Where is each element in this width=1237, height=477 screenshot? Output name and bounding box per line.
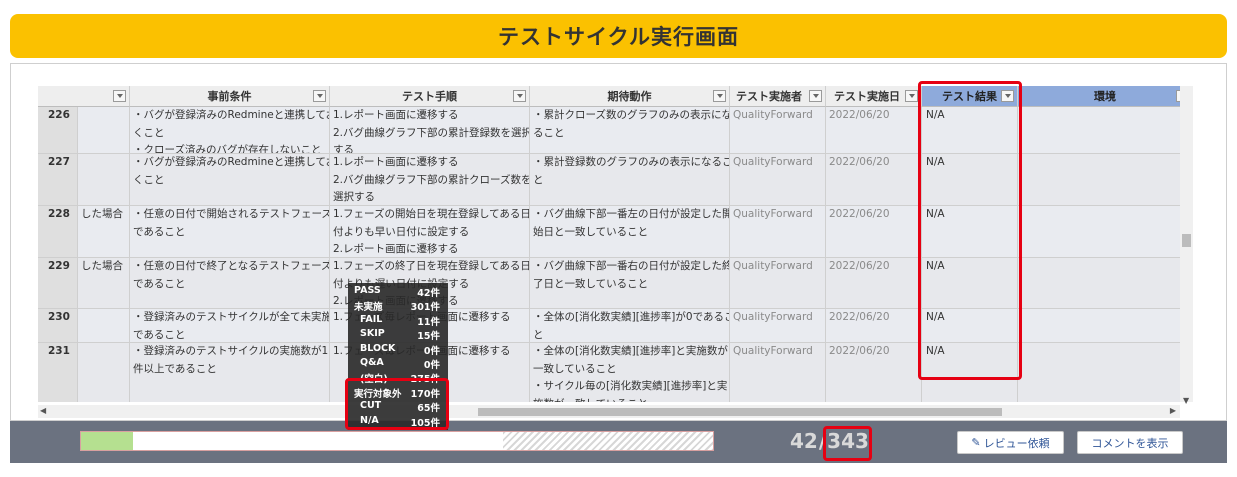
- cell-tester[interactable]: QualityForward: [730, 309, 826, 342]
- cell-date[interactable]: 2022/06/20: [826, 154, 922, 205]
- cell-expected[interactable]: ・バグ曲線下部一番左の日付が設定した開 始日と一致していること: [530, 206, 730, 257]
- cell-expected[interactable]: ・累計クローズ数のグラフのみの表示にな ること: [530, 107, 730, 153]
- done-count: 42: [790, 429, 818, 453]
- progress-excluded-segment: [502, 432, 713, 450]
- result-column-highlight: [918, 81, 1022, 380]
- vertical-scroll-thumb[interactable]: [1182, 234, 1191, 247]
- tooltip-line: Q&A 0件: [360, 357, 440, 371]
- excluded-highlight: [345, 378, 449, 430]
- cell-pre[interactable]: ・バグが登録済みのRedmineと連携してお くこと ・クローズ済みのバグが存在…: [130, 107, 330, 153]
- review-request-button[interactable]: ✎ レビュー依頼: [957, 431, 1064, 454]
- col-header-precondition[interactable]: 事前条件: [130, 86, 330, 107]
- tooltip-value: 0件: [423, 345, 440, 357]
- horizontal-scrollbar[interactable]: ◀ ▶: [38, 405, 1180, 418]
- tooltip-value: 11件: [417, 316, 440, 328]
- tooltip-label: 未実施: [354, 302, 383, 314]
- cell-steps[interactable]: 1.フェーズの開始日を現在登録してある日 付よりも早い日付に設定する 2.レポー…: [330, 206, 530, 257]
- cell-cat[interactable]: [78, 343, 130, 402]
- tooltip-value: 15件: [417, 331, 440, 343]
- tooltip-line: SKIP 15件: [360, 328, 440, 342]
- vertical-scrollbar[interactable]: ▼: [1180, 86, 1193, 405]
- tooltip-line: BLOCK 0件: [360, 343, 440, 357]
- page-title: テストサイクル実行画面: [498, 25, 739, 49]
- filter-icon[interactable]: [313, 90, 326, 102]
- tooltip-line: PASS 42件: [354, 285, 440, 299]
- cell-date[interactable]: 2022/06/20: [826, 258, 922, 308]
- tooltip-label: BLOCK: [360, 342, 396, 354]
- cell-date[interactable]: 2022/06/20: [826, 343, 922, 402]
- progress-pass-segment: [81, 432, 134, 450]
- cell-cat[interactable]: した場合: [78, 258, 130, 308]
- tooltip-line: FAIL 11件: [360, 314, 440, 328]
- cell-num[interactable]: 227: [38, 154, 78, 205]
- tooltip-value: 42件: [417, 288, 440, 299]
- cell-expected[interactable]: ・累計登録数のグラフのみの表示になるこ と: [530, 154, 730, 205]
- cell-tester[interactable]: QualityForward: [730, 154, 826, 205]
- show-comments-button[interactable]: コメントを表示: [1077, 431, 1183, 454]
- tooltip-value: 0件: [423, 360, 440, 371]
- tooltip-label: SKIP: [360, 328, 385, 340]
- filter-icon[interactable]: [809, 90, 822, 102]
- tooltip-value: 301件: [410, 302, 440, 314]
- cell-env[interactable]: [1018, 107, 1193, 153]
- cell-num[interactable]: 231: [38, 343, 78, 402]
- cell-date[interactable]: 2022/06/20: [826, 206, 922, 257]
- cell-tester[interactable]: QualityForward: [730, 343, 826, 402]
- col-header-tester[interactable]: テスト実施者: [730, 86, 826, 107]
- total-highlight: [823, 426, 872, 461]
- pencil-icon: ✎: [971, 436, 981, 449]
- cell-env[interactable]: [1018, 309, 1193, 342]
- cell-cat[interactable]: した場合: [78, 206, 130, 257]
- cell-pre[interactable]: ・登録済みのテストサイクルが全て未実施 であること: [130, 309, 330, 342]
- cell-num[interactable]: 228: [38, 206, 78, 257]
- cell-pre[interactable]: ・任意の日付で終了となるテストフェーズ であること: [130, 258, 330, 308]
- tooltip-line: 未実施 301件: [354, 299, 440, 313]
- cell-tester[interactable]: QualityForward: [730, 258, 826, 308]
- cell-steps[interactable]: 1.レポート画面に遷移する 2.バグ曲線グラフ下部の累計登録数を選択 する: [330, 107, 530, 153]
- cell-env[interactable]: [1018, 206, 1193, 257]
- filter-icon[interactable]: [113, 90, 126, 102]
- cell-date[interactable]: 2022/06/20: [826, 309, 922, 342]
- cell-tester[interactable]: QualityForward: [730, 206, 826, 257]
- col-header-environment[interactable]: 環境: [1018, 86, 1193, 107]
- col-header-expected[interactable]: 期待動作: [530, 86, 730, 107]
- cell-num[interactable]: 230: [38, 309, 78, 342]
- cell-tester[interactable]: QualityForward: [730, 107, 826, 153]
- cell-cat[interactable]: [78, 309, 130, 342]
- filter-icon[interactable]: [905, 90, 918, 102]
- scroll-down-arrow-icon[interactable]: ▼: [1183, 396, 1189, 405]
- filter-icon[interactable]: [513, 90, 526, 102]
- cell-steps[interactable]: 1.レポート画面に遷移する 2.バグ曲線グラフ下部の累計クローズ数を 選択する: [330, 154, 530, 205]
- cell-date[interactable]: 2022/06/20: [826, 107, 922, 153]
- cell-expected[interactable]: ・全体の[消化数実績][進捗率]と実施数が 一致していること ・サイクル毎の[消…: [530, 343, 730, 402]
- scroll-right-arrow-icon[interactable]: ▶: [1170, 406, 1176, 415]
- cell-pre[interactable]: ・任意の日付で開始されるテストフェーズ であること: [130, 206, 330, 257]
- tooltip-label: FAIL: [360, 313, 383, 325]
- cell-env[interactable]: [1018, 258, 1193, 308]
- cell-cat[interactable]: [78, 154, 130, 205]
- col-header-date[interactable]: テスト実施日: [826, 86, 922, 107]
- scroll-left-arrow-icon[interactable]: ◀: [40, 406, 46, 415]
- cell-pre[interactable]: ・登録済みのテストサイクルの実施数が1 件以上であること: [130, 343, 330, 402]
- col-header-category[interactable]: [38, 86, 130, 107]
- page-title-banner: テストサイクル実行画面: [10, 14, 1227, 58]
- cell-env[interactable]: [1018, 343, 1193, 402]
- cell-num[interactable]: 229: [38, 258, 78, 308]
- tooltip-label: Q&A: [360, 357, 384, 368]
- cell-env[interactable]: [1018, 154, 1193, 205]
- cell-expected[interactable]: ・全体の[消化数実績][進捗率]が0であるこ と: [530, 309, 730, 342]
- horizontal-scroll-thumb[interactable]: [478, 408, 1002, 416]
- cell-pre[interactable]: ・バグが登録済みのRedmineと連携してお くこと: [130, 154, 330, 205]
- cell-num[interactable]: 226: [38, 107, 78, 153]
- col-header-steps[interactable]: テスト手順: [330, 86, 530, 107]
- cell-cat[interactable]: [78, 107, 130, 153]
- cell-expected[interactable]: ・バグ曲線下部一番右の日付が設定した終 了日と一致していること: [530, 258, 730, 308]
- progress-bar[interactable]: [80, 431, 714, 451]
- tooltip-label: PASS: [354, 285, 381, 296]
- filter-icon[interactable]: [713, 90, 726, 102]
